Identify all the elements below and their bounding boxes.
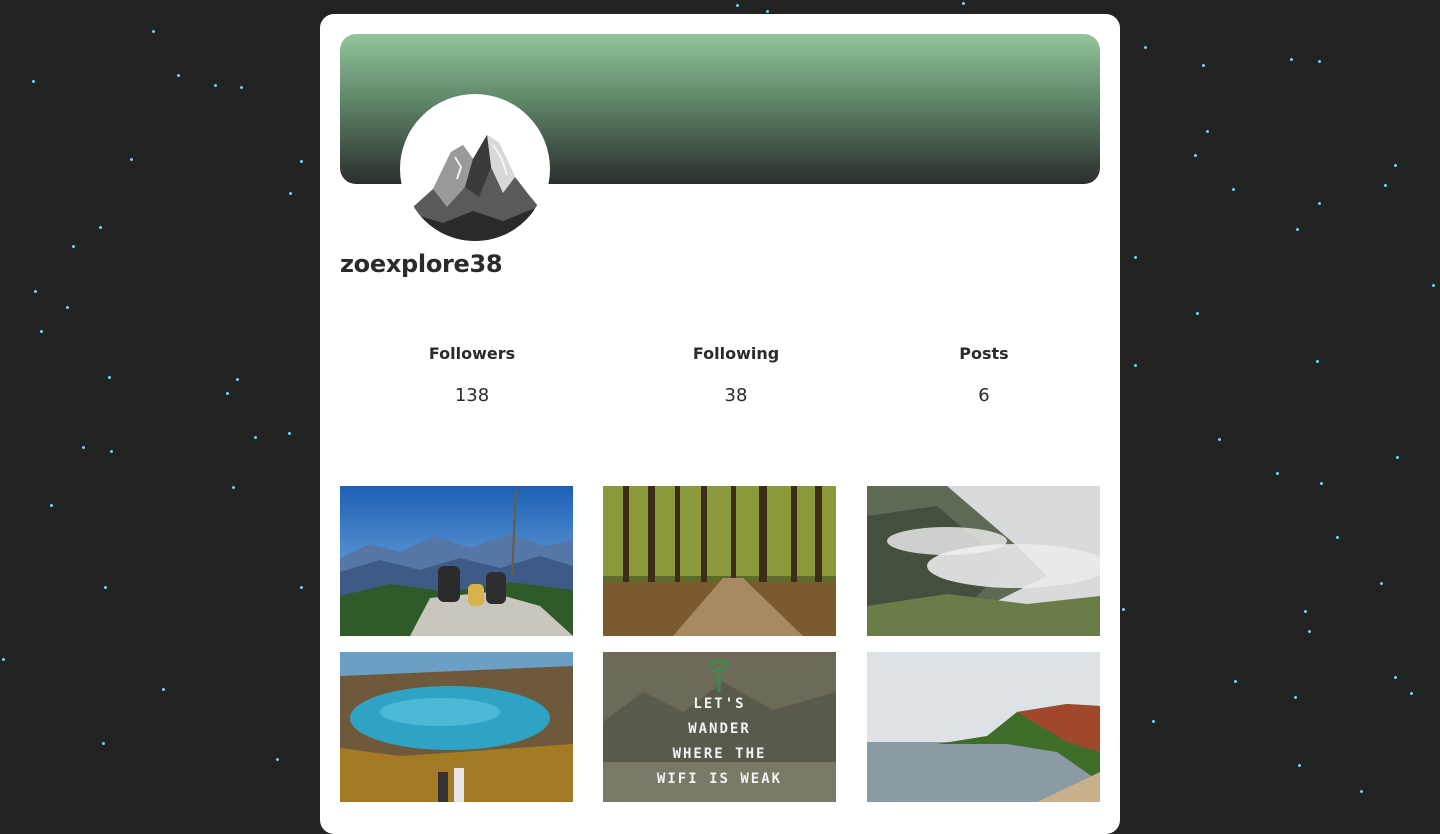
post-thumbnail-mountain-lake[interactable] xyxy=(340,652,573,802)
post-thumbnail-sea-cliffs[interactable] xyxy=(867,652,1100,802)
star-dot xyxy=(736,4,739,7)
star-dot xyxy=(1122,608,1125,611)
followers-count: 138 xyxy=(454,385,490,406)
star-dot xyxy=(1308,630,1311,633)
star-dot xyxy=(1206,130,1209,133)
star-dot xyxy=(82,446,85,449)
star-dot xyxy=(72,245,75,248)
quote-line-1: LET'S xyxy=(693,696,746,712)
following-count: 38 xyxy=(724,385,748,406)
followers-label: Followers xyxy=(428,344,516,363)
star-dot xyxy=(2,658,5,661)
star-dot xyxy=(34,290,37,293)
star-dot xyxy=(66,306,69,309)
star-dot xyxy=(1394,164,1397,167)
star-dot xyxy=(1304,610,1307,613)
following-label: Following xyxy=(692,344,780,363)
star-dot xyxy=(1336,536,1339,539)
profile-card: zoexplore38 Followers 138 Following 38 P… xyxy=(320,14,1120,834)
star-dot xyxy=(214,84,217,87)
star-dot xyxy=(300,160,303,163)
avatar[interactable] xyxy=(400,94,550,244)
quote-line-2: WANDER xyxy=(688,721,751,737)
post-thumbnail-quote[interactable]: LET'S WANDER WHERE THE WIFI IS WEAK xyxy=(603,652,836,802)
star-dot xyxy=(1384,184,1387,187)
star-dot xyxy=(1134,364,1137,367)
star-dot xyxy=(300,586,303,589)
star-dot xyxy=(240,86,243,89)
star-dot xyxy=(152,30,155,33)
profile-username: zoexplore38 xyxy=(340,250,503,278)
star-dot xyxy=(1396,456,1399,459)
star-dot xyxy=(1234,680,1237,683)
post-thumbnail-forest-path[interactable] xyxy=(603,486,836,636)
star-dot xyxy=(32,80,35,83)
star-dot xyxy=(1290,58,1293,61)
star-dot xyxy=(289,192,292,195)
star-dot xyxy=(1294,696,1297,699)
star-dot xyxy=(1380,582,1383,585)
star-dot xyxy=(766,10,769,13)
posts-label: Posts xyxy=(959,344,1009,363)
star-dot xyxy=(108,376,111,379)
following-stat[interactable]: Following 38 xyxy=(636,344,836,406)
quote-line-3: WHERE THE xyxy=(672,746,767,762)
star-dot xyxy=(1152,720,1155,723)
posts-count: 6 xyxy=(978,385,990,406)
star-dot xyxy=(1296,228,1299,231)
star-dot xyxy=(1318,60,1321,63)
post-thumbnail-misty-valley[interactable] xyxy=(867,486,1100,636)
followers-stat[interactable]: Followers 138 xyxy=(372,344,572,406)
star-dot xyxy=(1394,676,1397,679)
star-dot xyxy=(162,688,165,691)
star-dot xyxy=(254,436,257,439)
star-dot xyxy=(102,742,105,745)
star-dot xyxy=(288,432,291,435)
star-dot xyxy=(1360,790,1363,793)
star-dot xyxy=(1134,256,1137,259)
star-dot xyxy=(1276,472,1279,475)
star-dot xyxy=(130,158,133,161)
star-dot xyxy=(1320,482,1323,485)
star-dot xyxy=(50,504,53,507)
star-dot xyxy=(236,378,239,381)
post-thumbnail-hikers[interactable] xyxy=(340,486,573,636)
star-dot xyxy=(1196,312,1199,315)
star-dot xyxy=(1318,202,1321,205)
star-dot xyxy=(1432,284,1435,287)
star-dot xyxy=(1202,64,1205,67)
star-dot xyxy=(110,450,113,453)
star-dot xyxy=(177,74,180,77)
star-dot xyxy=(104,586,107,589)
quote-line-4: WIFI IS WEAK xyxy=(656,771,783,787)
star-dot xyxy=(1144,46,1147,49)
star-dot xyxy=(1232,188,1235,191)
star-dot xyxy=(99,226,102,229)
star-dot xyxy=(1298,764,1301,767)
star-dot xyxy=(962,2,965,5)
star-dot xyxy=(276,758,279,761)
star-dot xyxy=(1316,360,1319,363)
star-dot xyxy=(1218,438,1221,441)
star-dot xyxy=(232,486,235,489)
posts-stat[interactable]: Posts 6 xyxy=(884,344,1084,406)
star-dot xyxy=(40,330,43,333)
star-dot xyxy=(1194,154,1197,157)
mountain-peak-icon xyxy=(403,97,547,241)
star-dot xyxy=(1410,692,1413,695)
star-dot xyxy=(226,392,229,395)
